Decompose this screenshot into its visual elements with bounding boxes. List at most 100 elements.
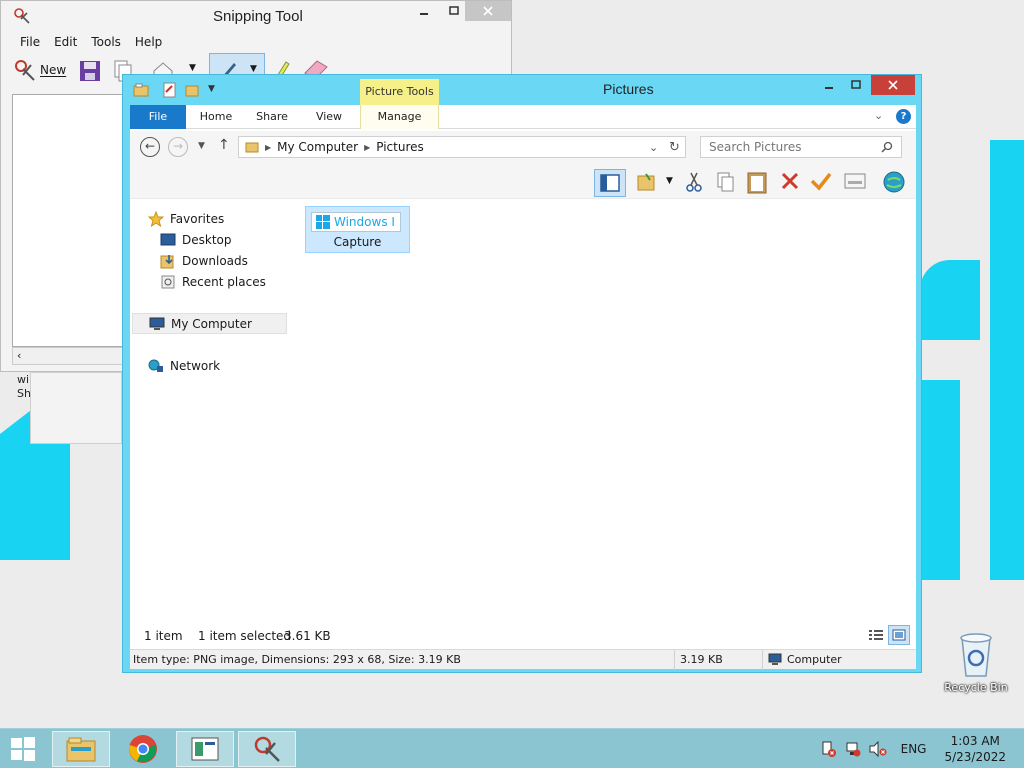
recycle-bin-label: Recycle Bin — [944, 681, 1008, 694]
qat-dropdown-icon[interactable]: ▼ — [208, 84, 215, 94]
details-info: Item type: PNG image, Dimensions: 293 x … — [133, 653, 461, 666]
action-center-icon[interactable] — [821, 741, 837, 757]
status-bar: 1 item 1 item selected 3.61 KB — [130, 623, 916, 649]
cut-icon[interactable] — [684, 171, 704, 193]
help-icon[interactable]: ? — [896, 109, 911, 124]
explorer-window: ▼ Picture Tools Pictures File Home Share… — [122, 74, 922, 673]
chrome-icon — [129, 735, 157, 763]
nav-desktop[interactable]: Desktop — [160, 230, 232, 250]
folder-options-icon[interactable] — [636, 171, 658, 193]
delete-icon[interactable] — [780, 171, 800, 191]
scroll-left-icon[interactable]: ‹ — [17, 349, 21, 362]
rename-check-icon[interactable] — [810, 171, 832, 191]
details-view-icon[interactable] — [868, 628, 884, 642]
taskbar-file-explorer[interactable] — [52, 731, 110, 767]
file-thumbnail: Windows I — [311, 212, 401, 232]
nav-my-computer[interactable]: My Computer — [132, 313, 287, 334]
nav-recent-places[interactable]: Recent places — [160, 272, 266, 292]
tab-view[interactable]: View — [308, 105, 350, 129]
menu-file[interactable]: File — [13, 34, 47, 50]
copy-icon[interactable] — [716, 171, 736, 193]
new-snip-button[interactable]: New — [13, 57, 66, 83]
start-button[interactable] — [6, 735, 40, 763]
address-bar[interactable]: ▶ My Computer ▶ Pictures ⌄ ↻ — [238, 136, 686, 158]
folder-icon — [245, 142, 259, 153]
menu-edit[interactable]: Edit — [47, 34, 84, 50]
maximize-icon — [449, 6, 459, 15]
explorer-close-button[interactable] — [871, 75, 915, 95]
wallpaper-shape — [990, 140, 1024, 580]
network-status-icon[interactable] — [845, 741, 861, 757]
downloads-icon — [160, 255, 174, 269]
nav-label: Network — [170, 359, 221, 373]
system-tray: ENG 1:03 AM 5/23/2022 — [821, 729, 1024, 768]
large-icons-icon — [892, 629, 906, 641]
large-icons-view-button[interactable] — [888, 625, 910, 645]
details-size: 3.19 KB — [680, 653, 723, 666]
breadcrumb-pictures[interactable]: Pictures — [376, 140, 424, 154]
selected-count: 1 item selected — [198, 629, 292, 643]
thumbnail-text: Windows I — [334, 215, 395, 229]
navigation-pane: Favorites Desktop Downloads Recent place… — [130, 199, 290, 623]
forward-button[interactable]: → — [168, 137, 188, 157]
item-count: 1 item — [144, 629, 183, 643]
input-language[interactable]: ENG — [901, 742, 927, 756]
recent-places-icon — [161, 275, 175, 289]
search-icon[interactable] — [881, 141, 893, 153]
ribbon-expand-icon[interactable]: ⌄ — [874, 109, 883, 122]
close-button[interactable] — [465, 1, 511, 21]
recent-locations-icon[interactable]: ▼ — [198, 141, 205, 151]
minimize-icon — [420, 13, 428, 15]
tab-home[interactable]: Home — [194, 105, 238, 129]
paste-icon[interactable] — [746, 170, 768, 194]
clock[interactable]: 1:03 AM 5/23/2022 — [944, 733, 1006, 765]
properties-icon[interactable] — [844, 173, 866, 189]
tab-file[interactable]: File — [130, 105, 186, 129]
scissors-icon — [15, 60, 35, 81]
search-box[interactable]: Search Pictures — [700, 136, 902, 158]
star-icon — [148, 211, 164, 227]
taskbar-control-panel[interactable] — [176, 731, 234, 767]
taskbar-chrome[interactable] — [114, 731, 172, 767]
up-button[interactable]: ↑ — [218, 137, 230, 153]
new-folder-icon[interactable] — [185, 82, 201, 98]
refresh-icon[interactable]: ↻ — [669, 140, 680, 155]
volume-muted-icon[interactable] — [869, 741, 887, 757]
nav-favorites[interactable]: Favorites — [148, 209, 224, 229]
folder-options-dropdown-icon[interactable]: ▼ — [666, 176, 673, 186]
snipping-menubar: File Edit Tools Help — [13, 34, 169, 50]
explorer-titlebar[interactable]: ▼ Picture Tools Pictures — [123, 75, 921, 105]
horizontal-scrollbar[interactable]: ‹ — [12, 347, 130, 365]
search-input[interactable]: Search Pictures — [709, 140, 802, 154]
minimize-button[interactable] — [409, 1, 439, 21]
nav-label: Downloads — [182, 254, 248, 268]
clock-date: 5/23/2022 — [944, 750, 1006, 764]
tab-manage[interactable]: Manage — [360, 105, 439, 129]
address-dropdown-icon[interactable]: ⌄ — [649, 141, 658, 154]
background-window-text: wi Sh — [17, 373, 31, 400]
save-icon[interactable] — [78, 59, 102, 83]
file-item-capture[interactable]: Windows I Capture — [305, 206, 410, 253]
send-dropdown-icon[interactable]: ▼ — [189, 63, 196, 73]
back-button[interactable]: ← — [140, 137, 160, 157]
globe-icon[interactable] — [882, 170, 906, 194]
address-row: ← → ▼ ↑ ▶ My Computer ▶ Pictures ⌄ ↻ Sea… — [130, 131, 916, 165]
nav-downloads[interactable]: Downloads — [160, 251, 248, 271]
preview-pane-icon — [600, 174, 620, 192]
properties-icon[interactable] — [163, 82, 177, 98]
breadcrumb-my-computer[interactable]: My Computer — [277, 140, 358, 154]
background-window: wi Sh — [17, 372, 122, 444]
taskbar-snipping-tool[interactable] — [238, 731, 296, 767]
menu-tools[interactable]: Tools — [84, 34, 128, 50]
close-icon — [483, 6, 493, 16]
recycle-bin[interactable]: Recycle Bin — [940, 630, 1012, 702]
snipping-canvas — [12, 94, 130, 347]
computer-icon — [149, 317, 165, 330]
preview-pane-button[interactable] — [594, 169, 626, 197]
explorer-minimize-button[interactable] — [816, 75, 842, 95]
explorer-maximize-button[interactable] — [843, 75, 869, 95]
nav-network[interactable]: Network — [148, 356, 220, 376]
tab-share[interactable]: Share — [250, 105, 294, 129]
menu-help[interactable]: Help — [128, 34, 169, 50]
snipping-tool-titlebar[interactable]: Snipping Tool — [1, 1, 511, 33]
